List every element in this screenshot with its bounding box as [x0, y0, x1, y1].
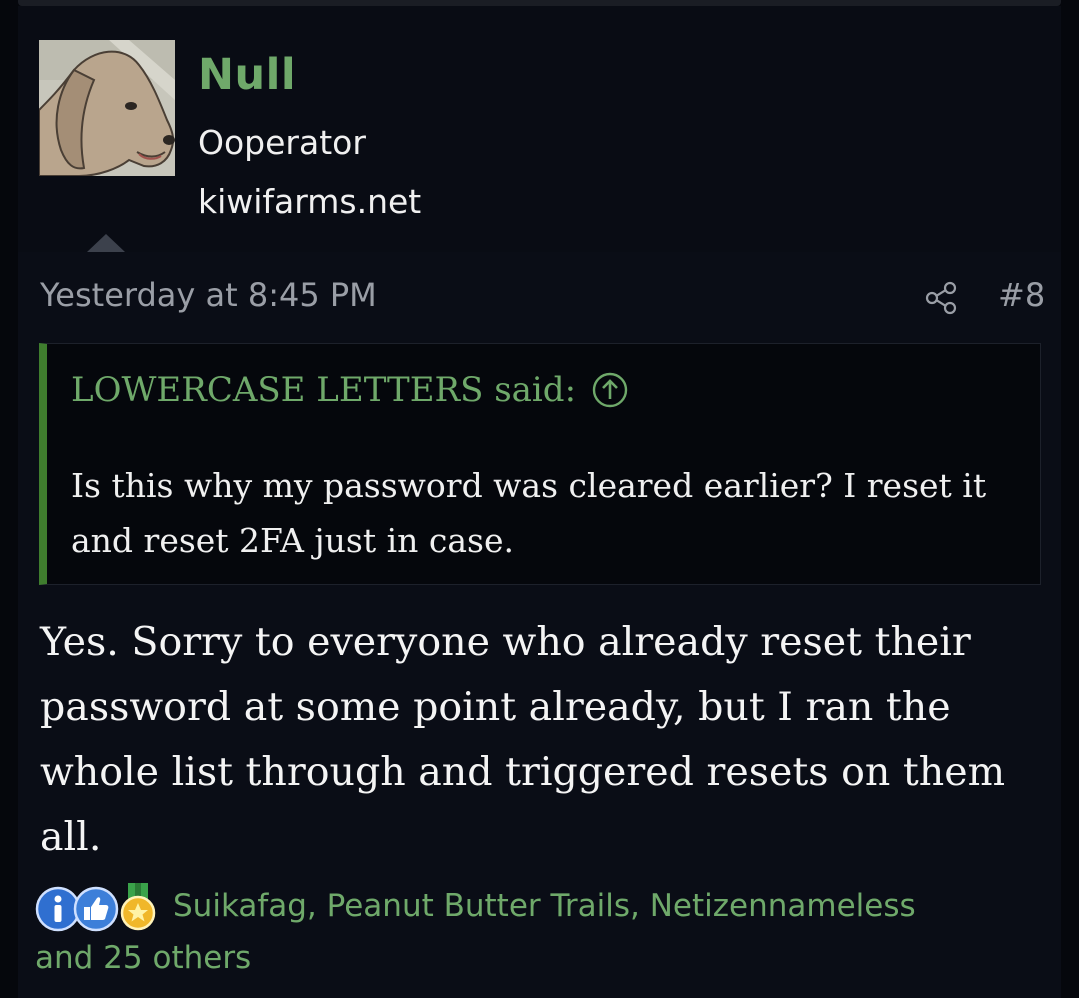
avatar[interactable] — [39, 40, 175, 176]
quote-author[interactable]: LOWERCASE LETTERS said: — [71, 370, 576, 410]
quote-block: LOWERCASE LETTERS said: Is this why my p… — [39, 343, 1041, 585]
dog-avatar-icon — [39, 40, 175, 176]
user-site: kiwifarms.net — [198, 182, 422, 221]
winner-medal-icon — [120, 883, 156, 931]
user-block-caret — [87, 234, 125, 252]
post-container: Null Ooperator kiwifarms.net Yesterday a… — [18, 6, 1061, 998]
reaction-others[interactable]: and 25 others — [35, 932, 1055, 984]
username[interactable]: Null — [198, 50, 296, 100]
share-icon[interactable] — [924, 280, 960, 316]
post-number-link[interactable]: #8 — [998, 276, 1045, 314]
reaction-users[interactable]: Suikafag, Peanut Butter Trails, Netizenn… — [173, 888, 916, 924]
jump-to-quote-icon[interactable] — [592, 372, 628, 408]
like-icon — [73, 886, 119, 932]
post-timestamp[interactable]: Yesterday at 8:45 PM — [40, 276, 377, 314]
post-message: Yes. Sorry to everyone who already reset… — [40, 619, 1006, 860]
quote-text: Is this why my password was cleared earl… — [71, 466, 987, 560]
quote-attribution[interactable]: LOWERCASE LETTERS said: — [71, 370, 628, 410]
reaction-icons[interactable] — [35, 880, 173, 932]
user-title: Ooperator — [198, 123, 366, 162]
user-block: Null Ooperator kiwifarms.net — [18, 6, 1061, 252]
reactions-bar[interactable]: Suikafag, Peanut Butter Trails, Netizenn… — [35, 880, 1055, 984]
